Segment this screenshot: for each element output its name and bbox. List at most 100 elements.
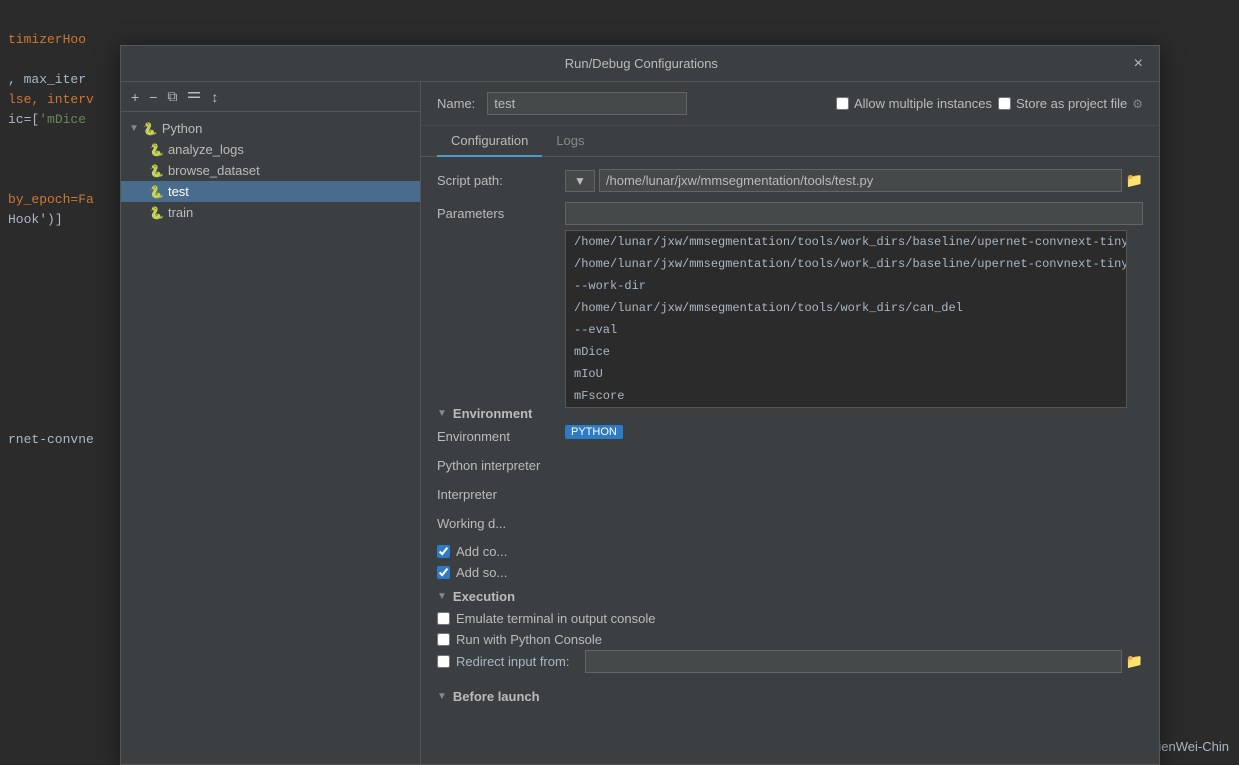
- sidebar-item-analyze-logs[interactable]: 🐍 analyze_logs: [121, 139, 420, 160]
- store-as-project-label: Store as project file: [1016, 96, 1127, 111]
- interpreter-row: Interpreter: [437, 483, 1143, 502]
- redirect-input-checkbox[interactable]: [437, 655, 450, 668]
- run-python-console-checkbox[interactable]: [437, 633, 450, 646]
- python-icon: 🐍: [149, 143, 164, 157]
- redirect-input-wrap: 📁: [585, 650, 1143, 673]
- add-content-roots-label: Add co...: [456, 544, 507, 559]
- emulate-terminal-checkbox[interactable]: [437, 612, 450, 625]
- main-panel: Name: Allow multiple instances Store as …: [421, 82, 1159, 764]
- environment-wrap: PYTHON: [565, 425, 1143, 439]
- sidebar-item-label: test: [168, 184, 189, 199]
- param-line-4[interactable]: /home/lunar/jxw/mmsegmentation/tools/wor…: [566, 297, 1126, 319]
- run-debug-dialog: Run/Debug Configurations × + − ⧉ ↕: [120, 45, 1160, 765]
- parameters-dropdown[interactable]: /home/lunar/jxw/mmsegmentation/tools/wor…: [565, 230, 1127, 408]
- add-source-roots-label: Add so...: [456, 565, 507, 580]
- name-input[interactable]: [487, 92, 687, 115]
- add-config-button[interactable]: +: [127, 87, 143, 107]
- remove-config-button[interactable]: −: [145, 87, 161, 107]
- add-content-roots-row: Add co...: [437, 541, 1143, 562]
- before-launch-arrow-icon: ▼: [437, 691, 447, 702]
- tab-logs[interactable]: Logs: [542, 126, 598, 157]
- before-launch-header[interactable]: ▼ Before launch: [437, 683, 1143, 708]
- environment-row: Environment PYTHON: [437, 425, 1143, 444]
- dialog-titlebar: Run/Debug Configurations ×: [121, 46, 1159, 82]
- execution-section-header[interactable]: ▼ Execution: [437, 583, 1143, 608]
- script-path-row: Script path: ▼ 📁: [437, 169, 1143, 192]
- redirect-folder-button[interactable]: 📁: [1126, 653, 1143, 670]
- store-as-project-item: Store as project file ⚙: [998, 96, 1143, 111]
- execution-section-label: Execution: [453, 589, 515, 604]
- param-line-3[interactable]: --work-dir: [566, 275, 1126, 297]
- run-python-console-label: Run with Python Console: [456, 632, 602, 647]
- tabs-bar: Configuration Logs: [421, 126, 1159, 157]
- move-config-button[interactable]: [183, 86, 205, 107]
- checkbox-group: Allow multiple instances Store as projec…: [836, 96, 1143, 111]
- parameters-label: Parameters: [437, 202, 557, 221]
- group-arrow-icon: ▼: [129, 123, 139, 134]
- python-interpreter-row: Python interpreter: [437, 454, 1143, 473]
- param-line-7[interactable]: mIoU: [566, 363, 1126, 385]
- allow-multiple-item: Allow multiple instances: [836, 96, 992, 111]
- script-path-dropdown[interactable]: ▼: [565, 170, 595, 192]
- interpreter-label: Interpreter: [437, 483, 557, 502]
- param-line-1[interactable]: /home/lunar/jxw/mmsegmentation/tools/wor…: [566, 231, 1126, 253]
- param-line-2[interactable]: /home/lunar/jxw/mmsegmentation/tools/wor…: [566, 253, 1126, 275]
- dialog-body: + − ⧉ ↕ ▼ 🐍 Python: [121, 82, 1159, 764]
- add-content-roots-checkbox[interactable]: [437, 545, 450, 558]
- python-icon: 🐍: [149, 206, 164, 220]
- allow-multiple-checkbox[interactable]: [836, 97, 849, 110]
- add-source-roots-row: Add so...: [437, 562, 1143, 583]
- sidebar-item-test[interactable]: 🐍 test: [121, 181, 420, 202]
- sort-config-button[interactable]: ↕: [207, 87, 222, 107]
- close-button[interactable]: ×: [1130, 56, 1147, 72]
- copy-config-button[interactable]: ⧉: [163, 86, 181, 107]
- name-row: Name: Allow multiple instances Store as …: [421, 82, 1159, 126]
- parameters-wrap: [565, 202, 1143, 225]
- python-group-header[interactable]: ▼ 🐍 Python: [121, 118, 420, 139]
- env-arrow-icon: ▼: [437, 408, 447, 419]
- add-source-roots-checkbox[interactable]: [437, 566, 450, 579]
- sidebar: + − ⧉ ↕ ▼ 🐍 Python: [121, 82, 421, 764]
- dialog-title: Run/Debug Configurations: [153, 56, 1130, 71]
- store-as-project-checkbox[interactable]: [998, 97, 1011, 110]
- tab-configuration[interactable]: Configuration: [437, 126, 542, 157]
- parameters-input[interactable]: [565, 202, 1143, 225]
- emulate-terminal-label: Emulate terminal in output console: [456, 611, 655, 626]
- sidebar-item-label: train: [168, 205, 193, 220]
- python-group: ▼ 🐍 Python 🐍 analyze_logs 🐍 browse_datas…: [121, 116, 420, 225]
- sidebar-toolbar: + − ⧉ ↕: [121, 82, 420, 112]
- redirect-input-label: Redirect input from:: [456, 654, 569, 669]
- environment-label: Environment: [437, 425, 557, 444]
- params-area: Parameters /home/lunar/jxw/mmsegmentatio…: [437, 202, 1143, 225]
- python-icon: 🐍: [149, 185, 164, 199]
- working-dir-label: Working d...: [437, 512, 557, 531]
- script-path-input[interactable]: [599, 169, 1122, 192]
- script-path-wrap: ▼ 📁: [565, 169, 1143, 192]
- sidebar-item-browse-dataset[interactable]: 🐍 browse_dataset: [121, 160, 420, 181]
- sidebar-item-label: analyze_logs: [168, 142, 244, 157]
- gear-icon[interactable]: ⚙: [1132, 97, 1143, 111]
- exec-arrow-icon: ▼: [437, 591, 447, 602]
- editor-code: timizerHoo , max_iter lse, interv ic=['m…: [0, 30, 94, 450]
- before-launch-label: Before launch: [453, 689, 540, 704]
- script-path-folder-button[interactable]: 📁: [1126, 172, 1143, 189]
- before-launch-section: ▼ Before launch: [437, 683, 1143, 708]
- name-label: Name:: [437, 96, 475, 111]
- python-group-icon: 🐍: [143, 122, 158, 136]
- redirect-input-row: Redirect input from: 📁: [437, 650, 1143, 673]
- python-group-label: Python: [162, 121, 202, 136]
- config-panel: Script path: ▼ 📁 Parameters: [421, 157, 1159, 764]
- python-icon: 🐍: [149, 164, 164, 178]
- param-line-8[interactable]: mFscore: [566, 385, 1126, 407]
- working-dir-row: Working d...: [437, 512, 1143, 531]
- param-line-6[interactable]: mDice: [566, 341, 1126, 363]
- config-tree: ▼ 🐍 Python 🐍 analyze_logs 🐍 browse_datas…: [121, 112, 420, 764]
- param-line-5[interactable]: --eval: [566, 319, 1126, 341]
- env-tag[interactable]: PYTHON: [565, 425, 623, 439]
- parameters-row: Parameters: [437, 202, 1143, 225]
- python-interpreter-label: Python interpreter: [437, 454, 557, 473]
- sidebar-item-train[interactable]: 🐍 train: [121, 202, 420, 223]
- environment-section-label: Environment: [453, 406, 532, 421]
- redirect-input-field[interactable]: [585, 650, 1121, 673]
- script-path-label: Script path:: [437, 169, 557, 188]
